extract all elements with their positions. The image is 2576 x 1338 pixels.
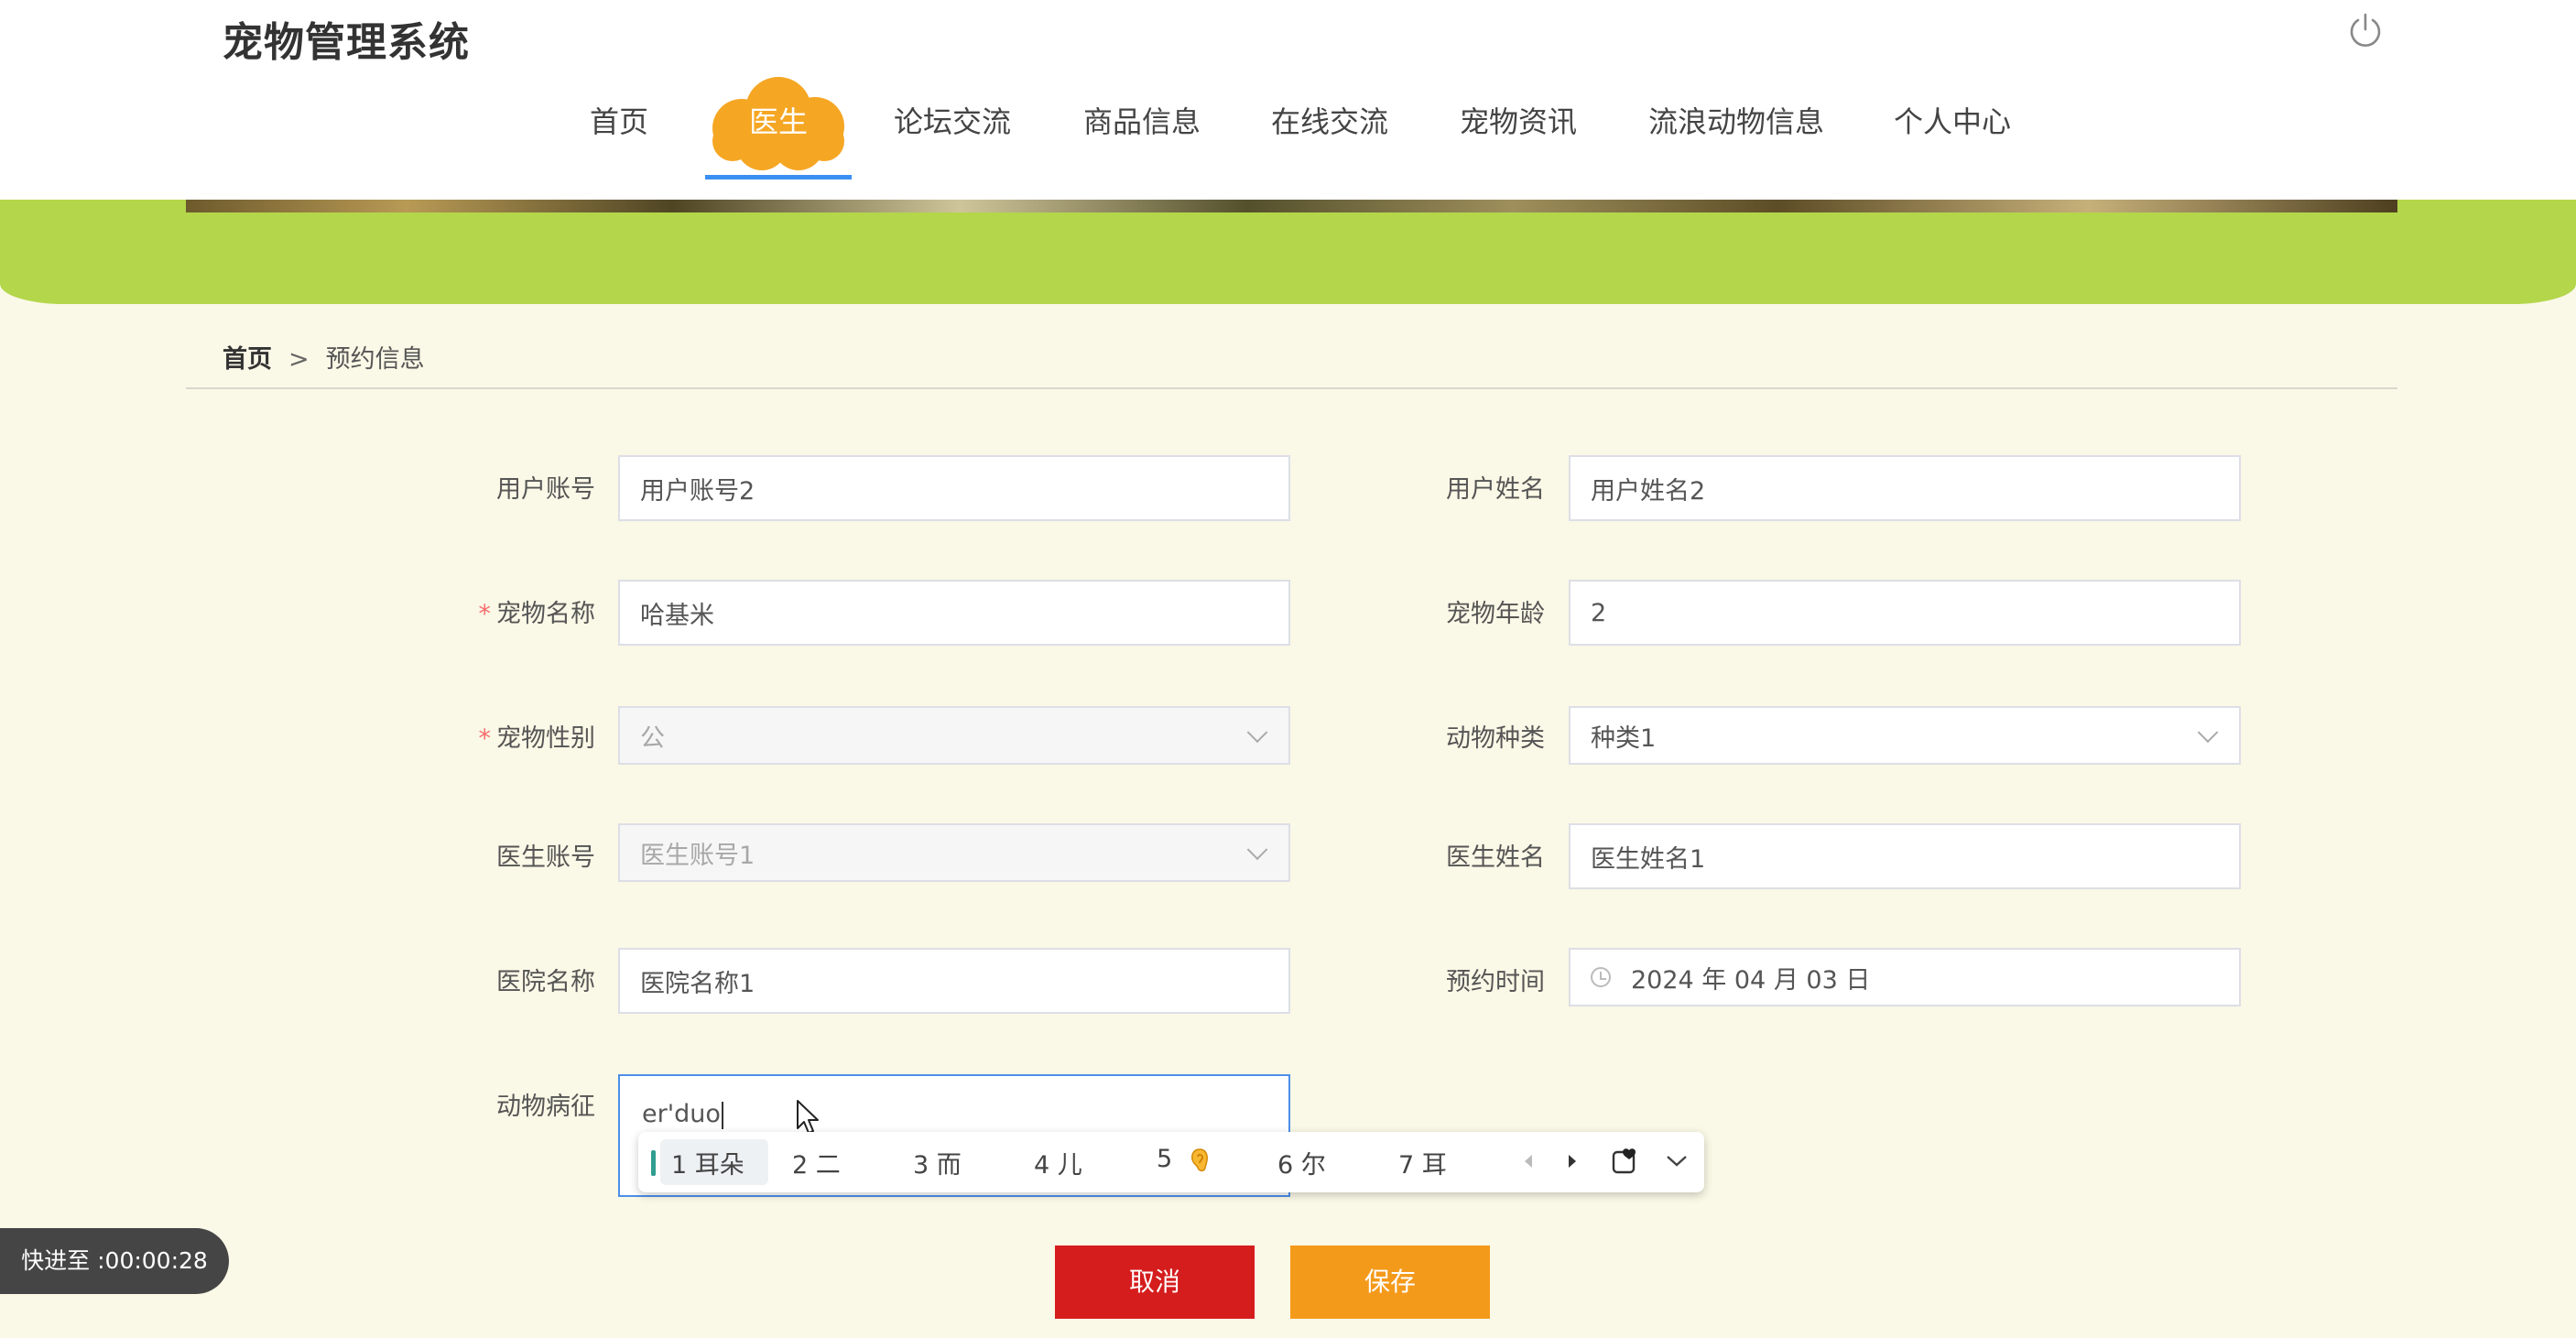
pet-age-label: 宠物年龄 <box>1446 600 1545 628</box>
chevron-down-icon <box>1246 722 1268 744</box>
user-name-input[interactable]: 用户姓名2 <box>1569 455 2241 521</box>
mouse-cursor-icon <box>797 1100 819 1134</box>
expand-icon[interactable] <box>1658 1141 1695 1181</box>
ime-indicator <box>651 1150 656 1176</box>
doctor-name-input[interactable]: 医生姓名1 <box>1569 823 2241 889</box>
user-account-label: 用户账号 <box>496 475 595 504</box>
ime-candidate-2[interactable]: 2 二 <box>792 1145 841 1180</box>
clock-icon <box>1591 967 1611 987</box>
main-nav: 首页 医生 论坛交流 商品信息 在线交流 宠物资讯 流浪动物信息 个人中心 <box>0 81 2576 181</box>
nav-pet-news[interactable]: 宠物资讯 <box>1443 99 1593 163</box>
required-mark: * <box>478 600 492 628</box>
symptom-text: er'duo <box>642 1100 721 1128</box>
doctor-account-label: 医生账号 <box>496 843 595 872</box>
nav-home[interactable]: 首页 <box>564 99 674 163</box>
save-button[interactable]: 保存 <box>1290 1246 1490 1319</box>
text-caret <box>721 1101 723 1129</box>
nav-products[interactable]: 商品信息 <box>1067 99 1217 163</box>
ime-candidate-4[interactable]: 4 儿 <box>1034 1145 1082 1180</box>
banner-image <box>186 200 2397 212</box>
appointment-time-picker[interactable]: 2024 年 04 月 03 日 <box>1569 948 2241 1006</box>
next-page-icon[interactable] <box>1554 1141 1591 1181</box>
divider <box>186 387 2397 389</box>
pet-name-input[interactable]: 哈基米 <box>618 580 1290 646</box>
nav-stray-animals[interactable]: 流浪动物信息 <box>1636 99 1837 163</box>
user-account-input[interactable]: 用户账号2 <box>618 455 1290 521</box>
breadcrumb-separator: > <box>288 345 310 374</box>
doctor-name-label: 医生姓名 <box>1446 843 1545 872</box>
appointment-time-label: 预约时间 <box>1446 968 1545 996</box>
chevron-down-icon <box>1246 839 1268 861</box>
power-icon[interactable] <box>2346 11 2385 49</box>
nav-active-underline <box>705 175 852 179</box>
nav-online-chat[interactable]: 在线交流 <box>1255 99 1405 163</box>
breadcrumb-home[interactable]: 首页 <box>223 345 272 374</box>
sticker-icon[interactable] <box>1607 1141 1644 1181</box>
header: 宠物管理系统 首页 医生 论坛交流 商品信息 在线交流 宠物资讯 流浪动物信息 … <box>0 0 2576 200</box>
user-name-label: 用户姓名 <box>1446 475 1545 504</box>
pet-age-input[interactable]: 2 <box>1569 580 2241 646</box>
nav-forum[interactable]: 论坛交流 <box>879 99 1026 163</box>
animal-type-label: 动物种类 <box>1446 724 1545 753</box>
cancel-button[interactable]: 取消 <box>1055 1246 1255 1319</box>
animal-type-select[interactable]: 种类1 <box>1569 706 2241 765</box>
ime-candidate-6[interactable]: 6 尔 <box>1277 1145 1326 1180</box>
nav-personal-center[interactable]: 个人中心 <box>1877 99 2027 163</box>
banner-band <box>0 200 2576 304</box>
prev-page-icon[interactable] <box>1510 1141 1547 1181</box>
symptom-label: 动物病征 <box>496 1093 595 1121</box>
pet-name-label: * 宠物名称 <box>478 600 596 628</box>
doctor-account-select[interactable]: 医生账号1 <box>618 823 1290 882</box>
chevron-down-icon <box>2197 722 2219 744</box>
required-mark: * <box>478 724 492 753</box>
app-title: 宠物管理系统 <box>223 19 470 66</box>
hospital-name-input[interactable]: 医院名称1 <box>618 948 1290 1014</box>
breadcrumb: 首页 > 预约信息 <box>223 339 425 375</box>
ime-candidate-3[interactable]: 3 而 <box>913 1145 962 1180</box>
ime-candidate-bar: 1 耳朵 2 二 3 而 4 儿 5 6 尔 7 耳 <box>638 1132 1704 1192</box>
breadcrumb-current: 预约信息 <box>325 345 425 374</box>
ime-candidate-7[interactable]: 7 耳 <box>1398 1145 1447 1180</box>
fast-forward-toast: 快进至 :00:00:28 <box>0 1228 229 1294</box>
hospital-name-label: 医院名称 <box>496 968 595 996</box>
pet-gender-select[interactable]: 公 <box>618 706 1290 765</box>
ime-candidate-1[interactable]: 1 耳朵 <box>671 1145 745 1180</box>
ime-candidate-5[interactable]: 5 <box>1157 1145 1210 1173</box>
nav-doctor[interactable]: 医生 <box>723 99 833 163</box>
pet-gender-label: * 宠物性别 <box>478 724 596 753</box>
ear-emoji-icon <box>1190 1148 1208 1171</box>
